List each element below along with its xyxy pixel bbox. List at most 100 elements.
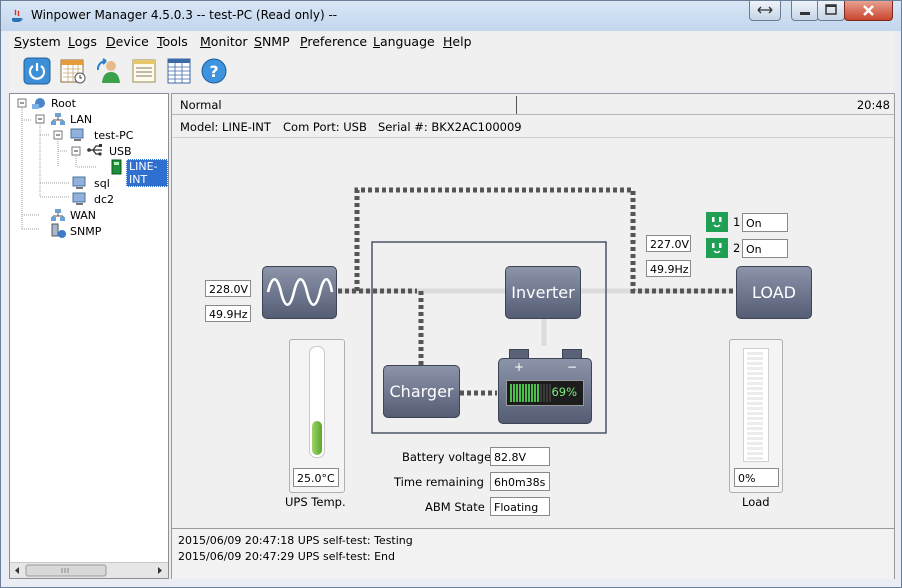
ups-monitor-panel: Normal 20:48 Model: LINE-INT Com Port: U… xyxy=(171,93,895,579)
menu-system[interactable]: System xyxy=(14,34,61,49)
load-bar-segment xyxy=(747,387,763,390)
load-bar-segment xyxy=(747,407,763,410)
calendar-icon[interactable] xyxy=(59,57,87,85)
restore-button[interactable] xyxy=(749,1,781,21)
outlet-2-icon xyxy=(706,238,728,258)
load-bar-segment xyxy=(747,412,763,415)
battery-bar-segment xyxy=(522,384,524,402)
power-icon[interactable] xyxy=(23,57,51,85)
ac-input-block[interactable] xyxy=(262,266,337,319)
scrollbar-graphics xyxy=(15,564,162,577)
tree-sql[interactable]: sql xyxy=(94,177,110,190)
title-bar[interactable]: Winpower Manager 4.5.0.3 -- test-PC (Rea… xyxy=(1,1,901,31)
battery-plus-sign: + xyxy=(514,360,525,374)
computer-icon xyxy=(70,128,84,141)
load-bar-segment xyxy=(747,372,763,375)
load-gauge: 0% xyxy=(729,339,783,493)
menu-device[interactable]: Device xyxy=(106,34,149,49)
tree-root[interactable]: Root xyxy=(51,97,76,110)
help-icon[interactable]: ? xyxy=(200,57,228,85)
battery-minus-sign: − xyxy=(567,360,578,374)
status-text: Normal xyxy=(180,98,222,112)
load-bar-segment xyxy=(747,437,763,440)
battery-bar-segment xyxy=(537,384,539,402)
load-bar-segment xyxy=(747,352,763,355)
device-info-bar: Model: LINE-INT Com Port: USB Serial #: … xyxy=(172,115,894,138)
battery-bar-segment xyxy=(534,384,536,402)
load-bar-segment xyxy=(747,377,763,380)
com-port-label: Com Port: USB xyxy=(283,120,367,134)
time-remaining-value: 6h0m38s xyxy=(490,472,550,491)
outlet-1-number: 1 xyxy=(733,215,741,229)
battery-bar-segment xyxy=(528,384,530,402)
battery-voltage-label: Battery voltage xyxy=(402,450,492,464)
svg-text:?: ? xyxy=(209,62,218,81)
maximize-button[interactable] xyxy=(817,1,845,21)
log-entry: 2015/06/09 20:47:29 UPS self-test: End xyxy=(178,550,395,563)
lan-network-icon xyxy=(51,113,65,125)
battery-voltage-value: 82.8V xyxy=(490,447,550,466)
load-bar-segment xyxy=(747,432,763,435)
menu-preference[interactable]: Preference xyxy=(300,34,367,49)
table-icon[interactable] xyxy=(165,57,193,85)
event-log: 2015/06/09 20:47:18 UPS self-test: Testi… xyxy=(172,528,894,579)
battery-block[interactable]: + − 69% xyxy=(498,349,592,424)
user-icon[interactable] xyxy=(95,57,123,85)
menu-monitor[interactable]: Monitor xyxy=(200,34,248,49)
log-entry: 2015/06/09 20:47:18 UPS self-test: Testi… xyxy=(178,534,413,547)
tree-dc2[interactable]: dc2 xyxy=(94,193,114,206)
menu-help[interactable]: Help xyxy=(443,34,472,49)
menu-tools[interactable]: Tools xyxy=(157,34,188,49)
outlet-2[interactable]: 2 On xyxy=(706,238,790,260)
serial-label: Serial #: BKX2AC100009 xyxy=(378,120,522,134)
charger-block[interactable]: Charger xyxy=(383,365,460,418)
temperature-value: 25.0°C xyxy=(293,468,339,487)
ups-temperature-gauge: 25.0°C xyxy=(289,339,345,493)
load-bar-segment xyxy=(747,417,763,420)
java-app-icon xyxy=(12,9,23,22)
tree-wan[interactable]: WAN xyxy=(70,209,96,222)
tree-test-pc[interactable]: test-PC xyxy=(94,129,133,142)
app-window: Winpower Manager 4.5.0.3 -- test-PC (Rea… xyxy=(0,0,902,588)
load-level-bars xyxy=(743,348,769,462)
temperature-label: UPS Temp. xyxy=(285,495,346,509)
minimize-button[interactable] xyxy=(791,1,819,21)
outlet-1[interactable]: 1 On xyxy=(706,212,790,234)
ups-device-icon xyxy=(111,159,122,175)
battery-bar-segment xyxy=(513,384,515,402)
tree-horizontal-scrollbar[interactable] xyxy=(10,562,168,578)
menu-bar: System Logs Device Tools Monitor SNMP Pr… xyxy=(9,31,893,53)
toolbar: ? xyxy=(9,53,893,91)
load-bar-segment xyxy=(747,427,763,430)
device-tree: Root LAN test-PC USB LINE-INT sql dc2 WA… xyxy=(9,93,169,579)
battery-bar-segment xyxy=(519,384,521,402)
time-remaining-label: Time remaining xyxy=(394,475,484,489)
tree-snmp[interactable]: SNMP xyxy=(70,225,101,238)
load-bar-segment xyxy=(747,357,763,360)
close-button[interactable] xyxy=(844,1,893,21)
load-bar-segment xyxy=(747,392,763,395)
battery-bar-segment xyxy=(510,384,512,402)
sql-computer-icon xyxy=(72,176,86,189)
menu-language[interactable]: Language xyxy=(373,34,435,49)
model-label: Model: LINE-INT xyxy=(180,120,271,134)
menu-logs[interactable]: Logs xyxy=(68,34,97,49)
battery-bar-segment xyxy=(540,384,542,402)
root-network-icon xyxy=(32,98,45,109)
inverter-block[interactable]: Inverter xyxy=(505,266,581,319)
status-divider xyxy=(516,96,517,114)
menu-snmp[interactable]: SNMP xyxy=(254,34,290,49)
load-bar-segment xyxy=(747,447,763,450)
close-icon xyxy=(863,5,874,16)
tree-usb[interactable]: USB xyxy=(109,145,132,158)
input-frequency-field: 49.9Hz xyxy=(205,305,251,322)
load-bar-segment xyxy=(747,402,763,405)
abm-state-value: Floating xyxy=(490,497,550,516)
outlet-1-icon xyxy=(706,212,728,232)
list-icon[interactable] xyxy=(130,57,158,85)
window-title: Winpower Manager 4.5.0.3 -- test-PC (Rea… xyxy=(31,8,338,22)
status-time: 20:48 xyxy=(856,98,890,112)
tree-lan[interactable]: LAN xyxy=(70,113,92,126)
tree-line-int[interactable]: LINE-INT xyxy=(126,159,168,187)
load-block[interactable]: LOAD xyxy=(736,266,812,319)
